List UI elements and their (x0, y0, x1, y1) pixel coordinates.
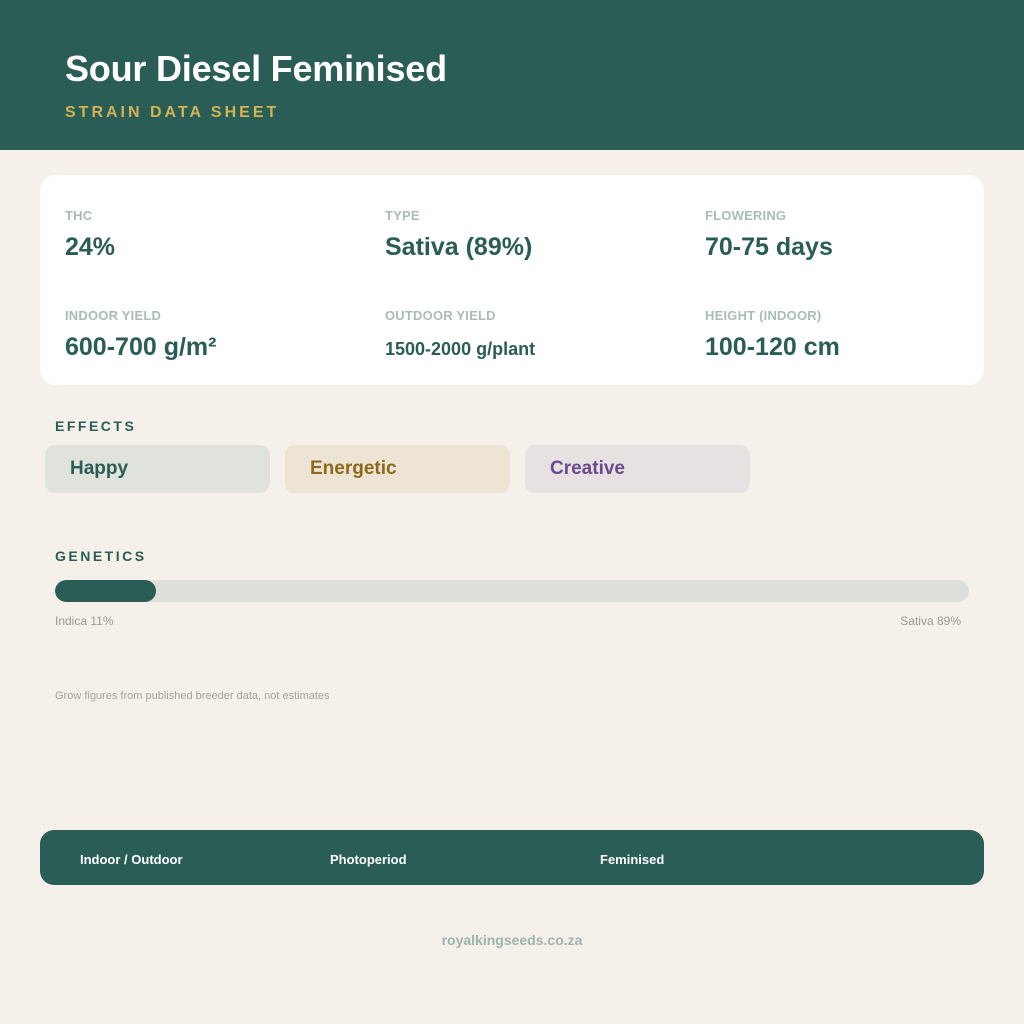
stat-label: OUTDOOR YIELD (385, 308, 496, 323)
stat-outdoor-yield: OUTDOOR YIELD 1500-2000 g/plant (385, 308, 685, 360)
footer-bar: Indoor / Outdoor Photoperiod Feminised (40, 830, 984, 885)
stats-card: THC 24% TYPE Sativa (89%) FLOWERING 70-7… (40, 175, 984, 385)
effect-chip-happy: Happy (45, 445, 270, 493)
page-title: Sour Diesel Feminised (65, 48, 447, 89)
stat-label: INDOOR YIELD (65, 308, 162, 323)
stat-flowering: FLOWERING 70-75 days (705, 208, 1005, 262)
indica-bar-fill (55, 580, 156, 602)
header-banner: Sour Diesel Feminised STRAIN DATA SHEET (0, 0, 1024, 150)
stat-indoor-yield: INDOOR YIELD 600-700 g/m² (65, 308, 365, 362)
stat-value: 70-75 days (705, 233, 833, 261)
stat-height-indoor: HEIGHT (INDOOR) 100-120 cm (705, 308, 1005, 362)
effect-chip-energetic: Energetic (285, 445, 510, 493)
sativa-label: Sativa 89% (900, 614, 961, 628)
indica-label: Indica 11% (55, 614, 114, 628)
stat-label: TYPE (385, 208, 420, 223)
stat-thc: THC 24% (65, 208, 365, 262)
stat-value: 1500-2000 g/plant (385, 339, 536, 359)
genetics-bar (55, 580, 969, 602)
effect-chip-creative: Creative (525, 445, 750, 493)
site-url: royalkingseeds.co.za (441, 932, 583, 948)
genetics-heading: GENETICS (55, 548, 147, 564)
stat-value: 24% (65, 233, 116, 261)
stat-label: THC (65, 208, 93, 223)
stat-label: HEIGHT (INDOOR) (705, 308, 822, 323)
footnote: Grow figures from published breeder data… (55, 690, 330, 702)
page-subtitle: STRAIN DATA SHEET (65, 104, 280, 121)
stat-label: FLOWERING (705, 208, 787, 223)
tag-feminised: Feminised (600, 852, 665, 867)
tag-photoperiod: Photoperiod (330, 852, 407, 867)
stat-value: 100-120 cm (705, 333, 840, 361)
stat-type: TYPE Sativa (89%) (385, 208, 685, 262)
stat-value: Sativa (89%) (385, 233, 533, 261)
stat-value: 600-700 g/m² (65, 333, 217, 361)
tag-indoor-outdoor: Indoor / Outdoor (80, 852, 183, 867)
effects-heading: EFFECTS (55, 418, 137, 434)
